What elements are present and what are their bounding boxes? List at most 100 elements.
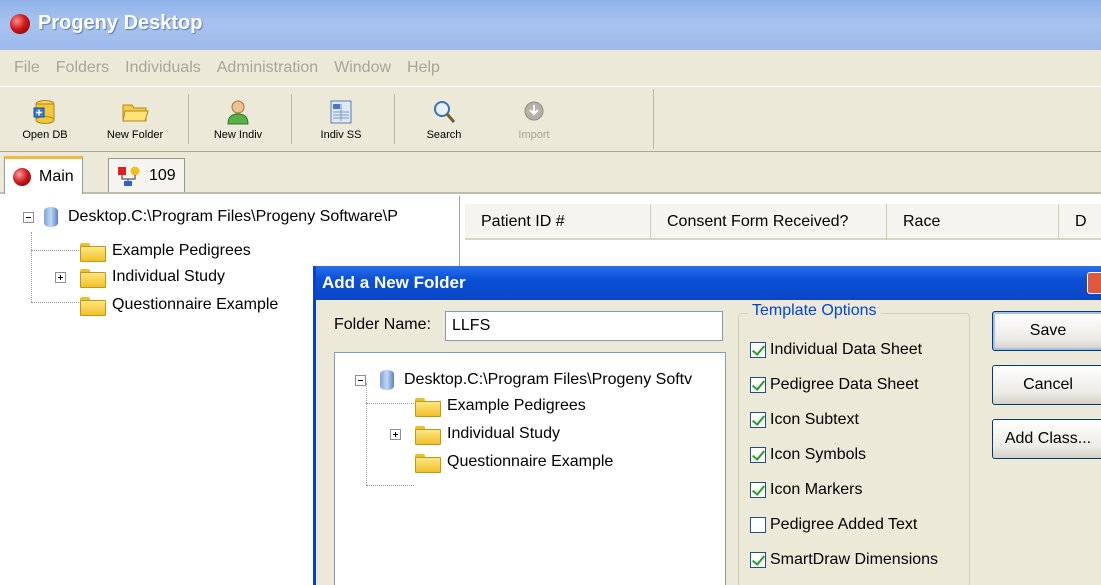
search-button[interactable]: Search [407, 89, 481, 147]
tree-line [31, 302, 79, 303]
column-header-patient-id[interactable]: Patient ID # [465, 204, 651, 240]
tree-item-label: Example Pedigrees [112, 242, 251, 259]
import-label: Import [518, 129, 550, 141]
add-folder-dialog: Add a New Folder Folder Name: Desktop.C:… [313, 266, 1101, 585]
tree-item-label: Individual Study [447, 425, 560, 442]
option-pedigree-data-sheet[interactable]: Pedigree Data Sheet [750, 376, 919, 394]
app-icon [10, 14, 30, 34]
dialog-title: Add a New Folder [322, 273, 466, 292]
tree-item-label: Example Pedigrees [447, 397, 586, 414]
open-db-label: Open DB [22, 129, 68, 141]
tree-line [366, 485, 414, 486]
search-icon [434, 101, 456, 123]
menu-folders[interactable]: Folders [48, 59, 117, 77]
dialog-tree-item-questionnaire-example[interactable]: Questionnaire Example [415, 449, 613, 475]
save-button[interactable]: Save [992, 311, 1101, 351]
folder-icon [80, 268, 106, 288]
indiv-ss-label: Indiv SS [320, 129, 362, 141]
add-class-button[interactable]: Add Class... [992, 419, 1101, 459]
folder-icon [80, 242, 106, 262]
checkbox[interactable] [750, 412, 766, 428]
new-folder-label: New Folder [106, 129, 164, 141]
expand-icon[interactable] [55, 271, 66, 283]
tree-item-example-pedigrees[interactable]: Example Pedigrees [80, 238, 251, 264]
checkbox[interactable] [750, 552, 766, 568]
indiv-ss-button[interactable]: Indiv SS [304, 89, 378, 147]
main-tab-icon [13, 167, 31, 186]
menu-individuals[interactable]: Individuals [117, 59, 209, 77]
tree-item-label: Questionnaire Example [112, 296, 279, 313]
option-individual-data-sheet[interactable]: Individual Data Sheet [750, 341, 922, 359]
dialog-tree-root[interactable]: Desktop.C:\Program Files\Progeny Softv [355, 367, 692, 393]
folder-name-input[interactable] [445, 311, 723, 341]
option-icon-subtext[interactable]: Icon Subtext [750, 411, 859, 429]
column-header-d[interactable]: D [1059, 204, 1101, 240]
folder-name-label: Folder Name: [334, 316, 431, 333]
option-label: Icon Markers [770, 481, 863, 498]
option-label: Pedigree Data Sheet [770, 376, 919, 393]
checkbox[interactable] [750, 342, 766, 358]
tree-item-label: Individual Study [112, 268, 225, 285]
toolbar: Open DB New Folder New Indiv Indiv SS Se… [0, 86, 1101, 152]
option-label: Icon Symbols [770, 446, 867, 463]
tree-root-label: Desktop.C:\Program Files\Progeny Softwar… [68, 208, 398, 225]
close-icon[interactable] [1087, 272, 1101, 294]
tree-root[interactable]: Desktop.C:\Program Files\Progeny Softwar… [23, 204, 398, 230]
option-label: SmartDraw Dimensions [770, 551, 939, 568]
tree-item-label: Questionnaire Example [447, 453, 614, 470]
tree-item-questionnaire-example[interactable]: Questionnaire Example [80, 292, 278, 318]
dialog-tree-root-label: Desktop.C:\Program Files\Progeny Softv [404, 371, 693, 388]
option-pedigree-added-text[interactable]: Pedigree Added Text [750, 516, 917, 534]
checkbox[interactable] [750, 517, 766, 533]
window-title: Progeny Desktop [38, 12, 203, 34]
column-header-consent[interactable]: Consent Form Received? [651, 204, 887, 240]
option-label: Individual Data Sheet [770, 341, 923, 358]
tab-strip: Main 109 [0, 152, 1101, 194]
dialog-folder-tree[interactable]: Desktop.C:\Program Files\Progeny Softv E… [334, 352, 726, 585]
import-icon [524, 101, 544, 121]
checkbox[interactable] [750, 377, 766, 393]
tab-109[interactable]: 109 [108, 158, 185, 192]
search-label: Search [426, 129, 462, 141]
tab-109-label: 109 [149, 166, 176, 184]
menu-bar: File Folders Individuals Administration … [0, 50, 1101, 86]
folder-icon [415, 453, 441, 473]
collapse-icon[interactable] [23, 211, 34, 223]
toolbar-separator [394, 94, 395, 144]
person-icon [227, 100, 249, 125]
tab-main[interactable]: Main [4, 156, 83, 194]
new-indiv-button[interactable]: New Indiv [201, 89, 275, 147]
option-smartdraw-dimensions[interactable]: SmartDraw Dimensions [750, 551, 938, 569]
folder-icon [415, 425, 441, 445]
new-folder-button[interactable]: New Folder [98, 89, 172, 147]
dialog-tree-item-example-pedigrees[interactable]: Example Pedigrees [415, 393, 586, 419]
column-header-race[interactable]: Race [887, 204, 1059, 240]
database-icon [378, 368, 396, 392]
option-icon-markers[interactable]: Icon Markers [750, 481, 862, 499]
menu-administration[interactable]: Administration [209, 59, 326, 77]
tree-item-individual-study[interactable]: Individual Study [55, 264, 225, 290]
folder-icon [415, 397, 441, 417]
menu-help[interactable]: Help [399, 59, 448, 77]
tree-line [366, 383, 367, 485]
expand-icon[interactable] [390, 428, 401, 440]
option-label: Pedigree Added Text [770, 516, 918, 533]
checkbox[interactable] [750, 482, 766, 498]
tree-line [31, 232, 32, 302]
dialog-title-bar: Add a New Folder [316, 266, 1101, 300]
template-options-title: Template Options [748, 302, 881, 320]
tree-line [366, 403, 414, 404]
database-icon [33, 100, 55, 124]
checkbox[interactable] [750, 447, 766, 463]
tab-main-label: Main [39, 167, 74, 185]
title-bar: Progeny Desktop [0, 0, 1101, 50]
spreadsheet-icon [330, 100, 352, 124]
menu-window[interactable]: Window [326, 59, 399, 77]
collapse-icon[interactable] [355, 374, 366, 386]
dialog-tree-item-individual-study[interactable]: Individual Study [390, 421, 560, 447]
import-button[interactable]: Import [497, 89, 571, 147]
menu-file[interactable]: File [6, 59, 48, 77]
open-db-button[interactable]: Open DB [8, 89, 82, 147]
option-icon-symbols[interactable]: Icon Symbols [750, 446, 866, 464]
cancel-button[interactable]: Cancel [992, 365, 1101, 405]
